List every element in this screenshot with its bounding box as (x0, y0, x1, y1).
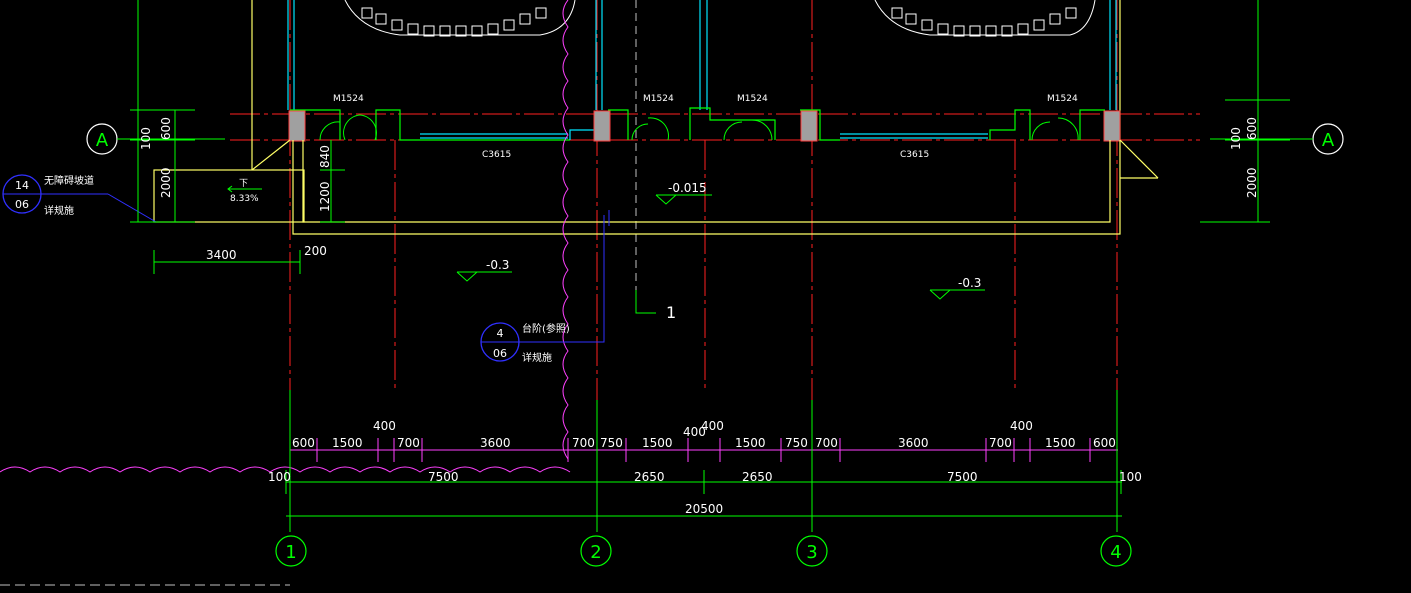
dim-row1: 1500 (332, 436, 363, 450)
dim-row1: 600 (292, 436, 315, 450)
dim-row1: 3600 (480, 436, 511, 450)
window-label: C3615 (482, 150, 511, 160)
dim-row1: 1500 (642, 436, 673, 450)
svg-text:1: 1 (666, 303, 676, 322)
svg-text:A: A (1322, 130, 1335, 151)
dim-row2: 2650 (634, 470, 665, 484)
svg-text:下: 下 (239, 179, 248, 189)
dim-row2: 7500 (428, 470, 459, 484)
dim-row1: 750 (785, 436, 808, 450)
svg-text:无障碍坡道: 无障碍坡道 (44, 174, 94, 187)
dim-left-2000: 2000 (159, 167, 173, 198)
window-label: C3615 (900, 150, 929, 160)
dim-right-600: 600 (1245, 117, 1259, 140)
dim-row2: 100 (268, 470, 291, 484)
dim-total: 20500 (685, 502, 723, 516)
dim-left-600: 600 (159, 117, 173, 140)
break-line (0, 0, 571, 473)
axis-bubble-2: 2 (580, 535, 612, 567)
door-label: M1524 (333, 94, 364, 104)
svg-text:-0.3: -0.3 (958, 276, 981, 290)
svg-text:14: 14 (15, 179, 29, 192)
section-mark: 1 (635, 290, 676, 322)
dim-inner-1200: 1200 (318, 181, 332, 212)
axis-bubble-1: 1 (275, 535, 307, 567)
dim-inner-840: 840 (318, 145, 332, 168)
elevation-mark-interior: -0.015 (655, 181, 712, 205)
dim-right-100: 100 (1229, 127, 1243, 150)
callout-ramp-detail: 14 06 无障碍坡道 详规施 (2, 174, 157, 223)
dim-ramp-200: 200 (304, 244, 327, 258)
svg-text:8.33%: 8.33% (230, 194, 259, 204)
svg-text:3: 3 (806, 542, 817, 563)
svg-text:-0.015: -0.015 (668, 181, 707, 195)
door-label: M1524 (643, 94, 674, 104)
dim-row1-upper: 400 (701, 419, 724, 433)
svg-text:06: 06 (15, 198, 29, 211)
svg-text:4: 4 (497, 327, 504, 340)
door-label: M1524 (737, 94, 768, 104)
dim-row2: 7500 (947, 470, 978, 484)
axis-lines (230, 0, 1200, 420)
dim-ramp-3400: 3400 (206, 248, 237, 262)
dim-row2: 2650 (742, 470, 773, 484)
dim-row1: 750 (600, 436, 623, 450)
dim-row1: 700 (815, 436, 838, 450)
dim-row1: 1500 (735, 436, 766, 450)
entrance-platform (153, 139, 1159, 235)
columns (288, 110, 1121, 142)
svg-text:台阶(参照): 台阶(参照) (522, 322, 570, 335)
dim-row1: 3600 (898, 436, 929, 450)
dim-row2: 100 (1119, 470, 1142, 484)
dim-row1-upper: 400 (373, 419, 396, 433)
dim-right-2000: 2000 (1245, 167, 1259, 198)
svg-text:06: 06 (493, 347, 507, 360)
elevation-mark-exterior-left: -0.3 (456, 258, 512, 282)
dim-left-100: 100 (139, 127, 153, 150)
elevation-mark-exterior-right: -0.3 (929, 276, 985, 300)
dim-row1: 700 (572, 436, 595, 450)
svg-text:A: A (96, 130, 109, 151)
dim-row1: 600 (1093, 436, 1116, 450)
axis-bubble-3: 3 (796, 535, 828, 567)
axis-bubble-4: 4 (1100, 535, 1132, 567)
svg-text:-0.3: -0.3 (486, 258, 509, 272)
svg-text:4: 4 (1110, 542, 1121, 563)
cad-drawing-canvas[interactable]: M1524 M1524 M1524 M1524 C3615 C3615 A A … (0, 0, 1411, 593)
svg-text:详规施: 详规施 (522, 351, 552, 364)
dim-row1: 1500 (1045, 436, 1076, 450)
dim-row1: 700 (397, 436, 420, 450)
door-label: M1524 (1047, 94, 1078, 104)
dim-row1: 700 (989, 436, 1012, 450)
ramp-slope: 下 8.33% (227, 179, 262, 204)
dim-row1-upper: 400 (1010, 419, 1033, 433)
svg-text:详规施: 详规施 (44, 204, 74, 217)
axis-bubble-a-left: A (86, 123, 225, 155)
svg-text:2: 2 (590, 542, 601, 563)
door-swings (319, 114, 1079, 141)
svg-text:1: 1 (285, 542, 296, 563)
ornament-pattern (344, 0, 1096, 37)
callout-steps-detail: 4 06 台阶(参照) 详规施 (480, 210, 610, 364)
